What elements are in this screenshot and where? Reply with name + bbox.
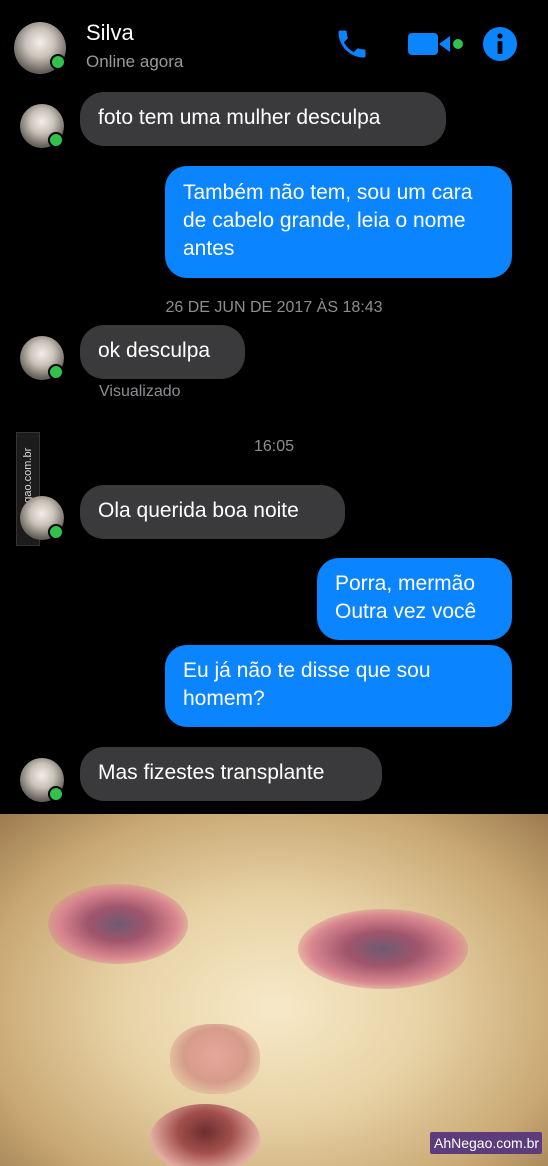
message-outgoing[interactable]: Porra, mermão Outra vez você	[317, 558, 512, 640]
seen-receipt: Visualizado	[99, 383, 181, 400]
cat-nose	[170, 1024, 260, 1094]
chat-header: Silva Online agora	[0, 0, 548, 86]
cat-right-eye	[298, 909, 468, 989]
online-status-dot	[48, 524, 64, 540]
message-outgoing[interactable]: Eu já não te disse que sou homem?	[165, 645, 512, 727]
timestamp: 16:05	[253, 438, 295, 455]
message-incoming[interactable]: Ola querida boa noite	[80, 485, 345, 539]
message-outgoing[interactable]: Também não tem, sou um cara de cabelo gr…	[165, 166, 512, 278]
message-incoming[interactable]: foto tem uma mulher desculpa	[80, 92, 446, 146]
timestamp: 26 DE JUN DE 2017 ÀS 18:43	[165, 299, 383, 316]
info-icon[interactable]	[482, 26, 518, 62]
video-icon[interactable]	[406, 30, 464, 58]
message-incoming[interactable]: ok desculpa	[80, 325, 245, 379]
cat-mouth	[150, 1104, 260, 1166]
cat-left-eye	[48, 884, 188, 964]
online-status-dot	[48, 786, 64, 802]
phone-icon[interactable]	[334, 26, 370, 62]
message-incoming[interactable]: Mas fizestes transplante	[80, 747, 382, 801]
contact-name[interactable]: Silva	[86, 20, 134, 46]
online-status-dot	[50, 54, 66, 70]
crying-cat-meme-image	[0, 814, 548, 1166]
chat-screen: Silva Online agora foto tem uma mulher d…	[0, 0, 548, 814]
contact-status: Online agora	[86, 52, 184, 71]
online-status-dot	[48, 364, 64, 380]
watermark-badge: AhNegao.com.br	[430, 1132, 542, 1154]
online-status-dot	[48, 132, 64, 148]
